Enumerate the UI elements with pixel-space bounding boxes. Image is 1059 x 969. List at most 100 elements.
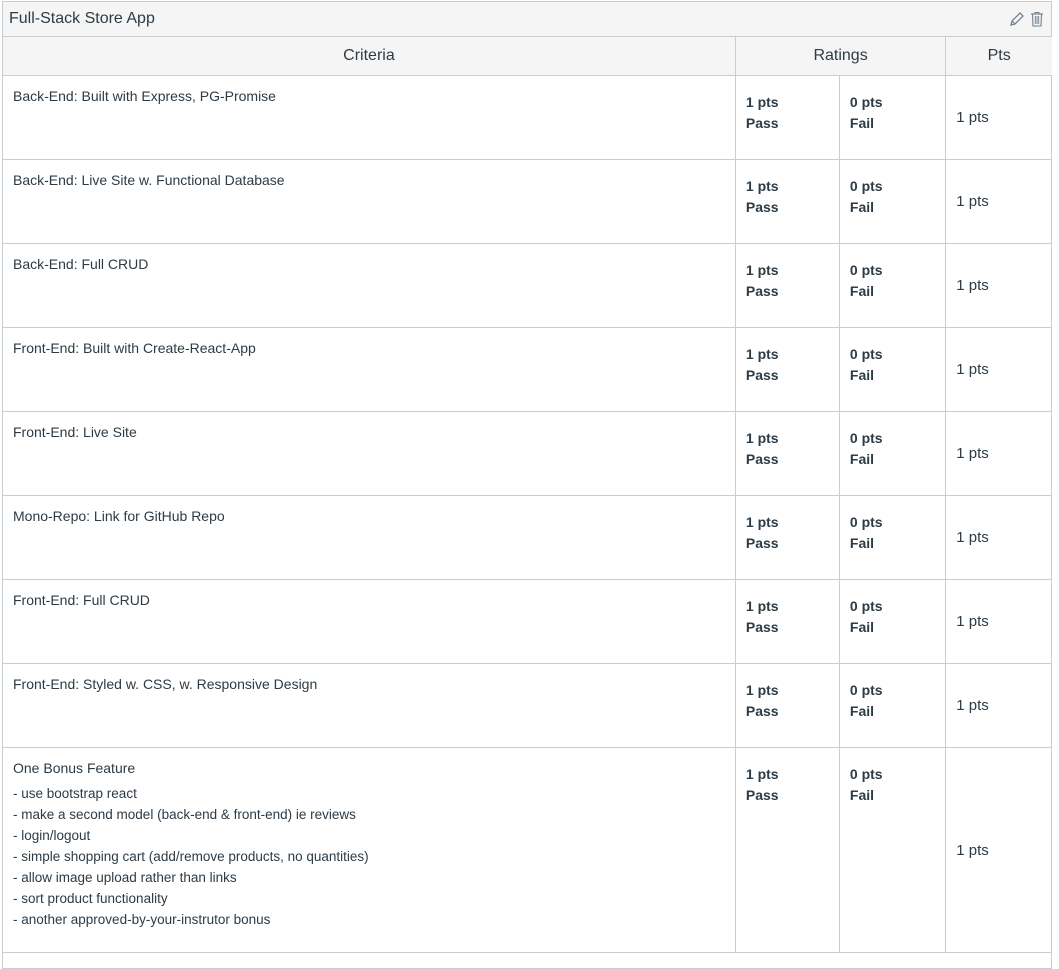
bonus-detail-item: - make a second model (back-end & front-…: [13, 807, 356, 822]
criterion-cell: Front-End: Styled w. CSS, w. Responsive …: [3, 663, 736, 748]
points-cell: 1 pts: [945, 327, 1052, 412]
bonus-detail-item: - another approved-by-your-instrutor bon…: [13, 912, 271, 927]
ratings-cell: 1 pts Pass 0 pts Fail: [735, 243, 947, 328]
pts-header: Pts: [945, 37, 1052, 76]
rubric-table: Criteria Ratings Pts Back-End: Built wit…: [3, 37, 1052, 953]
rating-label: Pass: [745, 367, 779, 383]
rating-points: 1 pts: [745, 94, 779, 110]
points-cell: 1 pts: [945, 411, 1052, 496]
rating-points: 0 pts: [849, 598, 883, 614]
ratings-cell: 1 pts Pass 0 pts Fail: [735, 747, 947, 953]
rating-label: Fail: [849, 283, 875, 299]
rating-pass[interactable]: 1 pts Pass: [736, 412, 840, 495]
rating-pass[interactable]: 1 pts Pass: [736, 748, 840, 952]
criterion-description: Front-End: Styled w. CSS, w. Responsive …: [13, 676, 318, 692]
rating-label: Fail: [849, 787, 875, 803]
criterion-description: Mono-Repo: Link for GitHub Repo: [13, 508, 225, 524]
bonus-detail-item: - login/logout: [13, 828, 91, 843]
table-row: Front-End: Styled w. CSS, w. Responsive …: [3, 663, 1052, 748]
trash-icon[interactable]: [1029, 10, 1045, 28]
rating-pass[interactable]: 1 pts Pass: [736, 244, 840, 327]
criterion-description: Back-End: Live Site w. Functional Databa…: [13, 172, 285, 188]
rating-points: 0 pts: [849, 346, 883, 362]
rating-pass[interactable]: 1 pts Pass: [736, 160, 840, 243]
rating-points: 1 pts: [745, 430, 779, 446]
points-cell: 1 pts: [945, 75, 1052, 160]
rating-points: 0 pts: [849, 766, 883, 782]
rating-pass[interactable]: 1 pts Pass: [736, 496, 840, 579]
rating-fail[interactable]: 0 pts Fail: [840, 412, 944, 495]
rating-label: Fail: [849, 367, 875, 383]
criterion-cell: Front-End: Live Site: [3, 411, 736, 496]
ratings-cell: 1 pts Pass 0 pts Fail: [735, 327, 947, 412]
bonus-detail-item: - allow image upload rather than links: [13, 870, 237, 885]
table-row: Front-End: Live Site 1 pts Pass 0 pts Fa…: [3, 411, 1052, 496]
criterion-long-description: - use bootstrap react - make a second mo…: [13, 783, 725, 930]
table-row: Back-End: Built with Express, PG-Promise…: [3, 75, 1052, 160]
rating-points: 1 pts: [745, 262, 779, 278]
rating-pass[interactable]: 1 pts Pass: [736, 76, 840, 159]
criterion-cell: Front-End: Full CRUD: [3, 579, 736, 664]
bonus-detail-item: - sort product functionality: [13, 891, 168, 906]
criterion-description: Front-End: Built with Create-React-App: [13, 340, 256, 356]
rating-label: Pass: [745, 283, 779, 299]
criterion-cell: Back-End: Built with Express, PG-Promise: [3, 75, 736, 160]
rating-fail[interactable]: 0 pts Fail: [840, 328, 944, 411]
rating-label: Pass: [745, 787, 779, 803]
rating-label: Pass: [745, 451, 779, 467]
rating-label: Pass: [745, 199, 779, 215]
rating-label: Fail: [849, 115, 875, 131]
rating-label: Pass: [745, 115, 779, 131]
rubric: Full-Stack Store App Criteria Ratings Pt…: [2, 1, 1052, 969]
points-cell: 1 pts: [945, 747, 1052, 953]
table-row-bonus: One Bonus Feature - use bootstrap react …: [3, 747, 1052, 953]
rating-label: Fail: [849, 199, 875, 215]
table-row: Back-End: Full CRUD 1 pts Pass 0 pts Fai…: [3, 243, 1052, 328]
criterion-cell: Mono-Repo: Link for GitHub Repo: [3, 495, 736, 580]
rating-fail[interactable]: 0 pts Fail: [840, 244, 944, 327]
rating-label: Pass: [745, 535, 779, 551]
rating-pass[interactable]: 1 pts Pass: [736, 580, 840, 663]
ratings-cell: 1 pts Pass 0 pts Fail: [735, 75, 947, 160]
rubric-title: Full-Stack Store App: [9, 10, 155, 27]
criteria-header: Criteria: [3, 37, 736, 76]
points-cell: 1 pts: [945, 579, 1052, 664]
rating-label: Fail: [849, 535, 875, 551]
rating-points: 1 pts: [745, 766, 779, 782]
ratings-cell: 1 pts Pass 0 pts Fail: [735, 411, 947, 496]
pencil-icon[interactable]: [1009, 10, 1025, 28]
rating-fail[interactable]: 0 pts Fail: [840, 76, 944, 159]
bonus-detail-item: - simple shopping cart (add/remove produ…: [13, 849, 369, 864]
bonus-detail-item: - use bootstrap react: [13, 786, 137, 801]
rating-fail[interactable]: 0 pts Fail: [840, 664, 944, 747]
ratings-header: Ratings: [735, 37, 947, 76]
rating-label: Fail: [849, 703, 875, 719]
criterion-description: Back-End: Full CRUD: [13, 256, 149, 272]
rubric-actions: [1009, 10, 1045, 28]
criterion-description: Front-End: Full CRUD: [13, 592, 150, 608]
rating-fail[interactable]: 0 pts Fail: [840, 496, 944, 579]
rating-fail[interactable]: 0 pts Fail: [840, 580, 944, 663]
rating-points: 0 pts: [849, 178, 883, 194]
rating-points: 1 pts: [745, 178, 779, 194]
rating-fail[interactable]: 0 pts Fail: [840, 748, 944, 952]
rating-pass[interactable]: 1 pts Pass: [736, 328, 840, 411]
points-cell: 1 pts: [945, 159, 1052, 244]
ratings-cell: 1 pts Pass 0 pts Fail: [735, 663, 947, 748]
rating-pass[interactable]: 1 pts Pass: [736, 664, 840, 747]
table-row: Back-End: Live Site w. Functional Databa…: [3, 159, 1052, 244]
rating-fail[interactable]: 0 pts Fail: [840, 160, 944, 243]
rating-points: 0 pts: [849, 94, 883, 110]
ratings-cell: 1 pts Pass 0 pts Fail: [735, 495, 947, 580]
criterion-cell: Back-End: Live Site w. Functional Databa…: [3, 159, 736, 244]
rating-label: Pass: [745, 703, 779, 719]
ratings-cell: 1 pts Pass 0 pts Fail: [735, 579, 947, 664]
rating-points: 0 pts: [849, 514, 883, 530]
points-cell: 1 pts: [945, 243, 1052, 328]
ratings-cell: 1 pts Pass 0 pts Fail: [735, 159, 947, 244]
rating-points: 1 pts: [745, 514, 779, 530]
criterion-description: Front-End: Live Site: [13, 424, 137, 440]
rubric-title-bar: Full-Stack Store App: [3, 2, 1051, 37]
criterion-cell: One Bonus Feature - use bootstrap react …: [3, 747, 736, 953]
rating-points: 1 pts: [745, 682, 779, 698]
